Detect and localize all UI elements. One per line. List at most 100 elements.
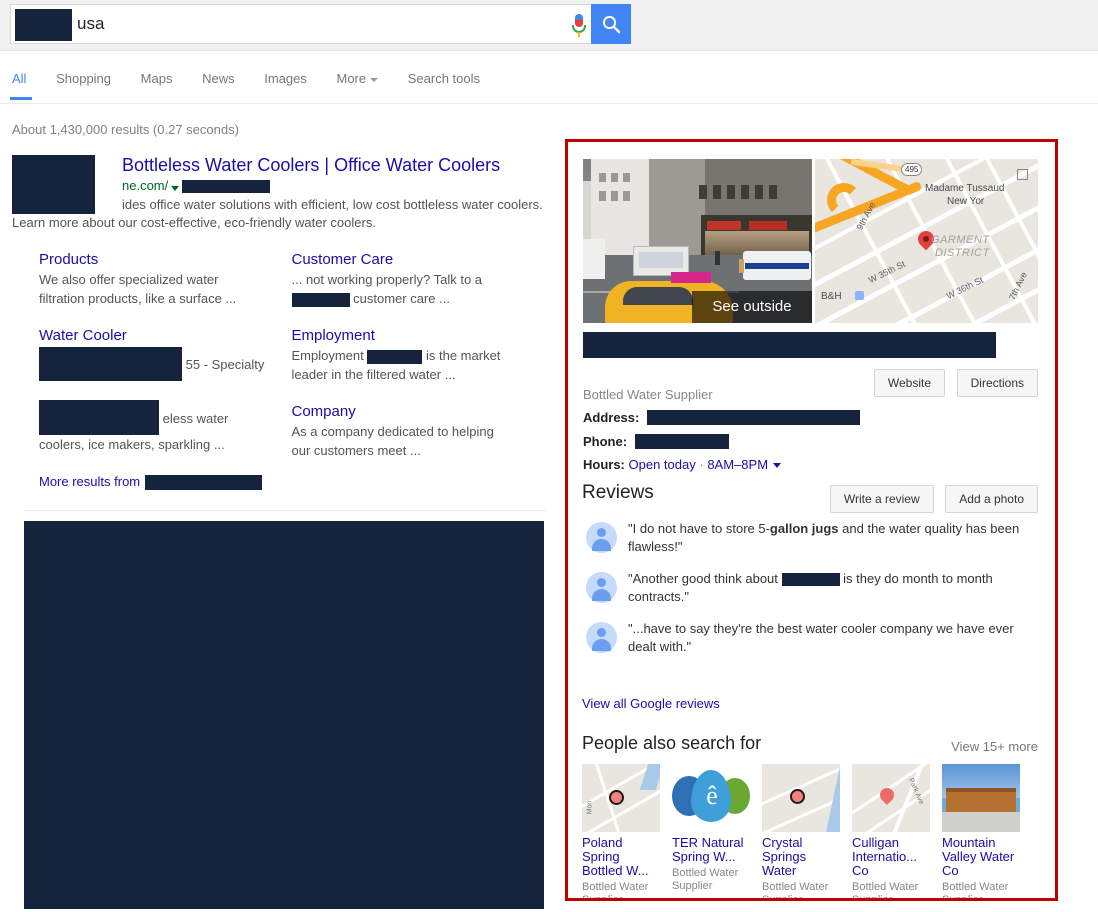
knowledge-panel-highlight-frame: See outside 495 9th Ave Madame Tussaud N… [565, 139, 1058, 901]
tab-shopping-label: Shopping [56, 71, 112, 86]
chevron-down-icon[interactable] [773, 463, 782, 469]
hours-label: Hours: [583, 457, 625, 472]
sitelink-title[interactable]: Products [39, 250, 292, 270]
map-thumbnail: Park Ave [852, 764, 930, 832]
sitelink-desc-text: Employment [291, 348, 364, 363]
redacted-address [646, 410, 860, 425]
phone-label: Phone: [583, 434, 628, 449]
sitelink-desc-line-2: coolers, ice makers, sparkling ... [39, 437, 225, 452]
sitelink-company: Company As a company dedicated to helpin… [292, 402, 545, 460]
redacted-brand [291, 292, 350, 307]
pasf-item-poland-spring[interactable]: Mon Poland Spring Bottled W... Bottled W… [582, 764, 660, 898]
review-item: "Another good think about is they do mon… [582, 570, 1037, 614]
redacted-result-block [24, 521, 544, 910]
tab-shopping[interactable]: Shopping [56, 71, 111, 99]
redacted-phone [634, 434, 729, 449]
search-button[interactable] [591, 4, 631, 44]
tab-all-label: All [12, 71, 27, 86]
pasf-item-name[interactable]: TER Natural Spring W... [672, 836, 750, 864]
redacted-brand [781, 573, 840, 587]
business-address-row: Address: [583, 410, 860, 425]
results-divider [24, 510, 546, 512]
microphone-icon[interactable] [571, 14, 587, 38]
tab-news[interactable]: News [202, 71, 235, 99]
search-header: usa [0, 0, 1098, 51]
result-title-link[interactable]: Bottleless Water Coolers | Office Water … [122, 155, 552, 175]
pasf-item-mountain-valley[interactable]: Mountain Valley Water Co Bottled Water S… [942, 764, 1020, 898]
sitelink-title[interactable]: Company [292, 402, 545, 422]
tab-images-label: Images [264, 71, 307, 86]
write-a-review-button[interactable]: Write a review [829, 485, 934, 513]
map-label-garment: GARMENT [931, 234, 990, 246]
avatar [586, 622, 617, 653]
sitelink-desc-line-3: leader in the filtered water ... [291, 367, 456, 382]
nav-tabs: All Shopping Maps News Images More Searc… [9, 71, 506, 100]
tab-images[interactable]: Images [264, 71, 307, 99]
people-also-search-heading: People also search for [582, 733, 762, 753]
tab-search-tools-label: Search tools [407, 71, 480, 86]
tab-news-label: News [202, 71, 235, 86]
sitelink-desc-line-2: customer care ... [291, 290, 545, 308]
more-results-link[interactable]: More results from [39, 474, 552, 491]
sitelink-employment: Employment Employment is the market lead… [292, 326, 545, 384]
review-text-highlight: gallon jugs [769, 521, 839, 536]
tab-more-label: More [336, 71, 367, 86]
hours-value[interactable]: 8AM–8PM [707, 457, 768, 472]
sitelink-desc-text: customer care ... [353, 291, 450, 306]
redacted-domain [145, 475, 263, 491]
knowledge-panel-actions: Website Directions [866, 369, 1038, 397]
pasf-item-name[interactable]: Poland Spring Bottled W... [582, 836, 660, 878]
website-button[interactable]: Website [873, 369, 946, 397]
redacted-result-thumbnail [12, 155, 95, 214]
pasf-item-culligan[interactable]: Park Ave Culligan Internatio... Co Bottl… [852, 764, 930, 898]
pasf-item-name[interactable]: Culligan Internatio... Co [852, 836, 930, 878]
search-icon [602, 15, 621, 34]
address-label: Address: [583, 410, 640, 425]
map-label-madame-tussauds: Madame Tussaud [925, 183, 1005, 194]
redacted-query-logo [15, 9, 72, 41]
result-stats: About 1,430,000 results (0.27 seconds) [12, 122, 239, 137]
map-marker-icon [609, 790, 624, 805]
redacted-business-name [583, 332, 996, 358]
tab-maps-label: Maps [140, 71, 173, 86]
sitelink-desc-line-1: We also offer specialized water [39, 272, 219, 287]
hours-status[interactable]: Open today [629, 457, 696, 472]
review-item: "I do not have to store 5-gallon jugs an… [582, 520, 1037, 564]
tab-search-tools[interactable]: Search tools [408, 71, 480, 99]
map-tiny-label: Mon [586, 800, 594, 815]
sitelinks-grid: Products We also offer specialized water… [39, 250, 544, 478]
view-more-link[interactable]: View 15+ more [951, 739, 1038, 754]
pasf-item-name[interactable]: Crystal Springs Water [762, 836, 840, 878]
sitelink-desc-text-2: is the market [426, 348, 501, 363]
knowledge-panel: See outside 495 9th Ave Madame Tussaud N… [568, 142, 1055, 898]
sitelink-water-cooler: Water Cooler 55 - Specialty [39, 326, 292, 384]
sitelink-title[interactable]: Water Cooler [39, 326, 292, 346]
pasf-item-category: Bottled Water Supplier [852, 881, 919, 898]
tab-more[interactable]: More [336, 71, 379, 99]
map-thumbnail[interactable]: 495 9th Ave Madame Tussaud New Yor GARME… [815, 159, 1038, 323]
directions-button[interactable]: Directions [956, 369, 1038, 397]
search-input[interactable]: usa [10, 4, 604, 44]
result-snippet-line-2: Learn more about our cost-effective, eco… [12, 215, 376, 230]
sitelink-products: Products We also offer specialized water… [39, 250, 292, 308]
view-all-google-reviews-link[interactable]: View all Google reviews [582, 696, 720, 711]
sitelink-title[interactable]: Customer Care [292, 250, 545, 270]
chevron-down-icon [370, 77, 379, 82]
museum-icon [1017, 169, 1028, 180]
street-view-photo[interactable]: See outside [583, 159, 812, 323]
sitelink-title[interactable]: Employment [292, 326, 545, 346]
reviews-actions: Write a review Add a photo [822, 485, 1038, 513]
review-text-pre: "I do not have to store 5- [628, 521, 770, 536]
add-a-photo-button[interactable]: Add a photo [945, 485, 1038, 513]
tab-all[interactable]: All [9, 71, 33, 100]
pasf-item-crystal-springs[interactable]: Crystal Springs Water Bottled Water Supp… [762, 764, 840, 898]
map-label-new-york: New Yor [947, 196, 985, 207]
more-results-label: More results from [39, 474, 141, 489]
tab-maps[interactable]: Maps [141, 71, 173, 99]
chevron-down-icon[interactable] [171, 186, 180, 191]
pasf-item-ter-natural[interactable]: ê TER Natural Spring W... Bottled Water … [672, 764, 750, 898]
reviews-heading: Reviews [582, 482, 654, 503]
search-results-column: About 1,430,000 results (0.27 seconds) B… [12, 122, 552, 910]
redacted-sitelink-title [39, 400, 159, 435]
pasf-item-name[interactable]: Mountain Valley Water Co [942, 836, 1020, 878]
